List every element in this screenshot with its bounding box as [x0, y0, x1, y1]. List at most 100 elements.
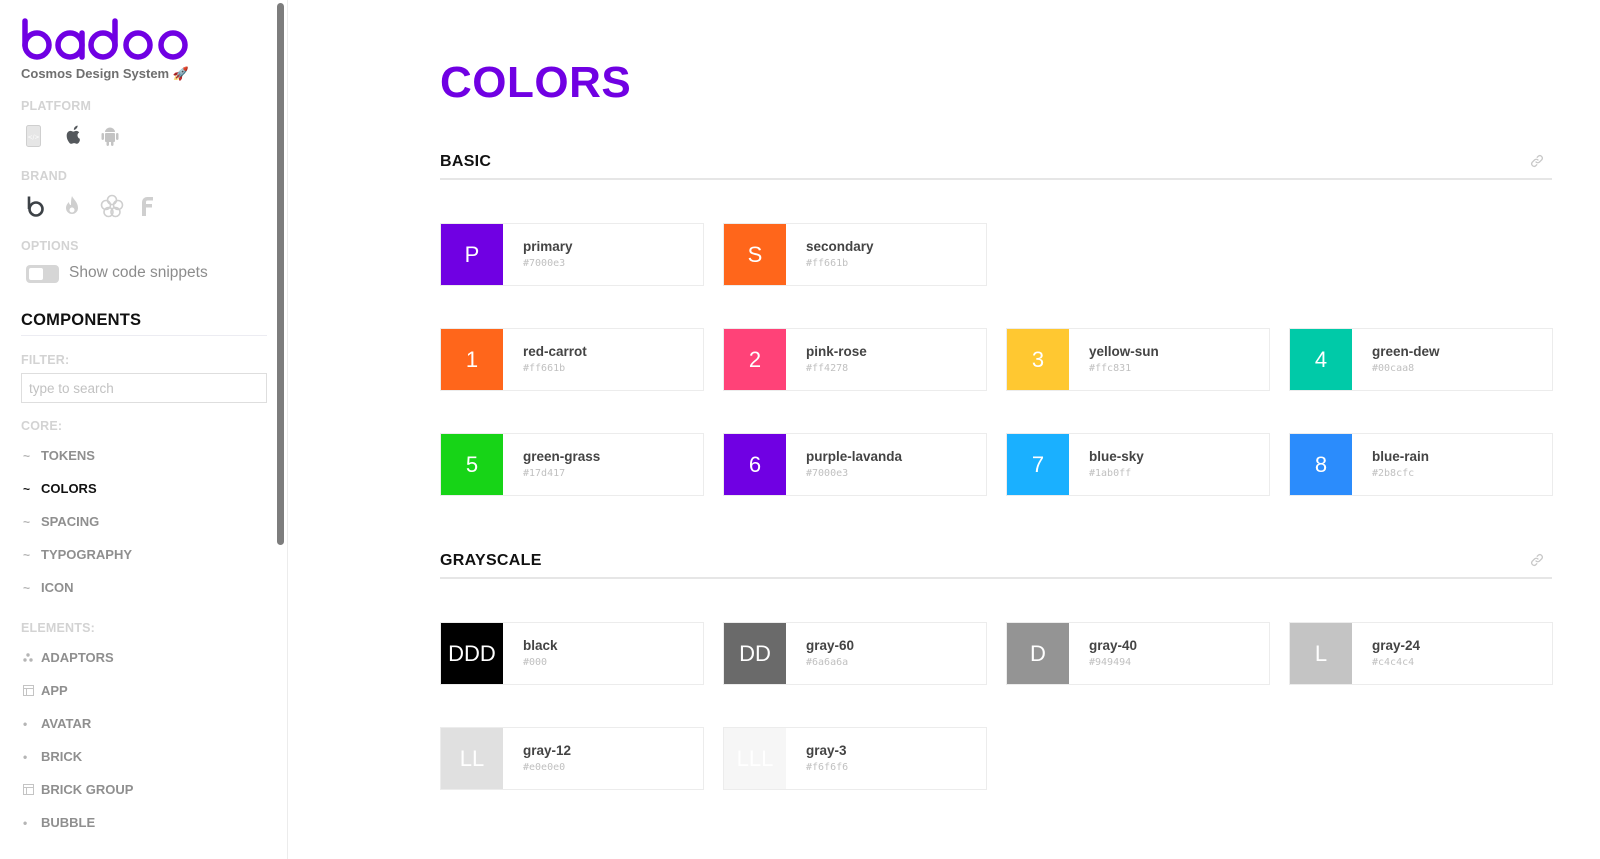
color-info: secondary #ff661b — [786, 224, 874, 285]
color-name: purple-lavanda — [806, 449, 903, 464]
color-hex[interactable]: #f6f6f6 — [806, 761, 848, 775]
sidebar-item-typography[interactable]: ~ TYPOGRAPHY — [21, 547, 132, 562]
sidebar-item-spacing[interactable]: ~ SPACING — [21, 514, 99, 529]
sidebar-item-brick-group[interactable]: BRICK GROUP — [21, 782, 133, 797]
color-card-gray-3[interactable]: LLL gray-3 #f6f6f6 — [723, 727, 987, 790]
color-hex[interactable]: #7000e3 — [523, 257, 573, 271]
link-icon[interactable] — [1530, 154, 1544, 173]
section-header-grayscale: GRAYSCALE — [440, 549, 1552, 579]
sidebar-item-tokens[interactable]: ~ TOKENS — [21, 448, 95, 463]
color-card-blue-rain[interactable]: 8 blue-rain #2b8cfc — [1289, 433, 1553, 496]
color-hex[interactable]: #6a6a6a — [806, 656, 854, 670]
color-hex[interactable]: #2b8cfc — [1372, 467, 1429, 481]
sidebar-scrollbar[interactable] — [277, 3, 284, 545]
color-hex[interactable]: #949494 — [1089, 656, 1137, 670]
color-card-black[interactable]: DDD black #000 — [440, 622, 704, 685]
swatch-label: LLL — [736, 745, 774, 771]
color-swatch: 4 — [1290, 329, 1352, 390]
color-name: primary — [523, 239, 573, 254]
color-info: blue-rain #2b8cfc — [1352, 434, 1429, 495]
color-hex[interactable]: #ff4278 — [806, 362, 867, 376]
swatch-label: 2 — [748, 346, 762, 372]
swatch-label: P — [464, 241, 480, 267]
section-header-basic: BASIC — [440, 150, 1552, 180]
sidebar-item-bubble[interactable]: • BUBBLE — [21, 815, 95, 830]
swatch-label: 6 — [748, 451, 762, 477]
badoo-logo[interactable] — [20, 18, 192, 60]
sidebar-item-colors[interactable]: ~ COLORS — [21, 481, 97, 496]
color-hex[interactable]: #17d417 — [523, 467, 600, 481]
color-name: secondary — [806, 239, 874, 254]
tilde-icon: ~ — [23, 547, 31, 562]
color-name: gray-3 — [806, 743, 847, 758]
sidebar-item-avatar[interactable]: • AVATAR — [21, 716, 91, 731]
filter-search-input[interactable] — [21, 373, 267, 403]
swatch-label: 8 — [1314, 451, 1328, 477]
sidebar-item-adaptors[interactable]: ADAPTORS — [21, 650, 114, 665]
color-name: black — [523, 638, 558, 653]
color-card-gray-24[interactable]: Lgray-24 #c4c4c4 — [1289, 622, 1553, 685]
tilde-icon: ~ — [23, 481, 31, 496]
color-hex[interactable]: #e0e0e0 — [523, 761, 571, 775]
color-hex[interactable]: #ff661b — [523, 362, 587, 376]
color-hex[interactable]: #000 — [523, 656, 558, 670]
swatch-label: 7 — [1031, 451, 1045, 477]
color-hex[interactable]: #1ab0ff — [1089, 467, 1144, 481]
sidebar-item-brick[interactable]: • BRICK — [21, 749, 82, 764]
components-title: COMPONENTS — [21, 311, 142, 329]
page-title: COLORS — [440, 58, 632, 107]
sidebar-item-label: ADAPTORS — [41, 650, 114, 665]
color-card-green-grass[interactable]: 5 green-grass #17d417 — [440, 433, 704, 496]
color-card-primary[interactable]: Pprimary #7000e3 — [440, 223, 704, 286]
color-swatch: DDD — [441, 623, 503, 684]
sidebar-item-label: TOKENS — [41, 448, 95, 463]
color-hex[interactable]: #7000e3 — [806, 467, 902, 481]
badoo-brand-icon[interactable] — [26, 194, 63, 218]
android-icon[interactable] — [100, 124, 137, 148]
color-swatch: 7 — [1007, 434, 1069, 495]
sidebar-item-label: AVATAR — [41, 716, 92, 731]
layout-icon — [21, 685, 41, 696]
color-swatch: 5 — [441, 434, 503, 495]
color-card-blue-sky[interactable]: 7 blue-sky #1ab0ff — [1006, 433, 1270, 496]
fiesta-brand-icon[interactable] — [137, 194, 174, 218]
section-title: BASIC — [440, 153, 492, 170]
color-card-purple-lavanda[interactable]: 6 purple-lavanda #7000e3 — [723, 433, 987, 496]
swatch-label: LL — [459, 745, 485, 771]
code-snippets-toggle[interactable] — [26, 265, 59, 283]
sidebar-item-app[interactable]: APP — [21, 683, 68, 698]
color-hex[interactable]: #c4c4c4 — [1372, 656, 1420, 670]
color-card-gray-40[interactable]: Dgray-40 #949494 — [1006, 622, 1270, 685]
color-card-secondary[interactable]: Ssecondary #ff661b — [723, 223, 987, 286]
color-card-green-dew[interactable]: 4 green-dew #00caa8 — [1289, 328, 1553, 391]
color-swatch: D — [1007, 623, 1069, 684]
color-card-yellow-sun[interactable]: 3 yellow-sun #ffc831 — [1006, 328, 1270, 391]
color-hex[interactable]: #ffc831 — [1089, 362, 1159, 376]
apple-icon[interactable] — [63, 124, 100, 148]
swatch-label: S — [747, 241, 763, 267]
color-info: black #000 — [503, 623, 558, 684]
options-label: OPTIONS — [21, 239, 79, 253]
swatch-label: 3 — [1031, 346, 1045, 372]
color-swatch: DD — [724, 623, 786, 684]
color-info: pink-rose #ff4278 — [786, 329, 867, 390]
color-card-gray-60[interactable]: DD gray-60 #6a6a6a — [723, 622, 987, 685]
code-snippets-toggle-label[interactable]: Show code snippets — [69, 264, 208, 282]
tilde-icon: ~ — [23, 514, 31, 529]
color-info: yellow-sun #ffc831 — [1069, 329, 1159, 390]
sidebar-item-icon[interactable]: ~ ICON — [21, 580, 74, 595]
color-swatch: L — [1290, 623, 1352, 684]
color-card-gray-12[interactable]: LL gray-12 #e0e0e0 — [440, 727, 704, 790]
color-card-pink-rose[interactable]: 2 pink-rose #ff4278 — [723, 328, 987, 391]
link-icon[interactable] — [1530, 553, 1544, 572]
blendr-brand-icon[interactable] — [100, 194, 137, 218]
filter-label: FILTER: — [21, 353, 70, 367]
hotornot-brand-icon[interactable] — [63, 194, 100, 218]
color-hex[interactable]: #ff661b — [806, 257, 874, 271]
color-hex[interactable]: #00caa8 — [1372, 362, 1440, 376]
color-name: gray-12 — [523, 743, 572, 758]
color-card-red-carrot[interactable]: 1 red-carrot #ff661b — [440, 328, 704, 391]
layout-icon — [21, 784, 41, 795]
web-icon[interactable]: </> — [26, 124, 63, 148]
components-divider — [21, 335, 267, 336]
